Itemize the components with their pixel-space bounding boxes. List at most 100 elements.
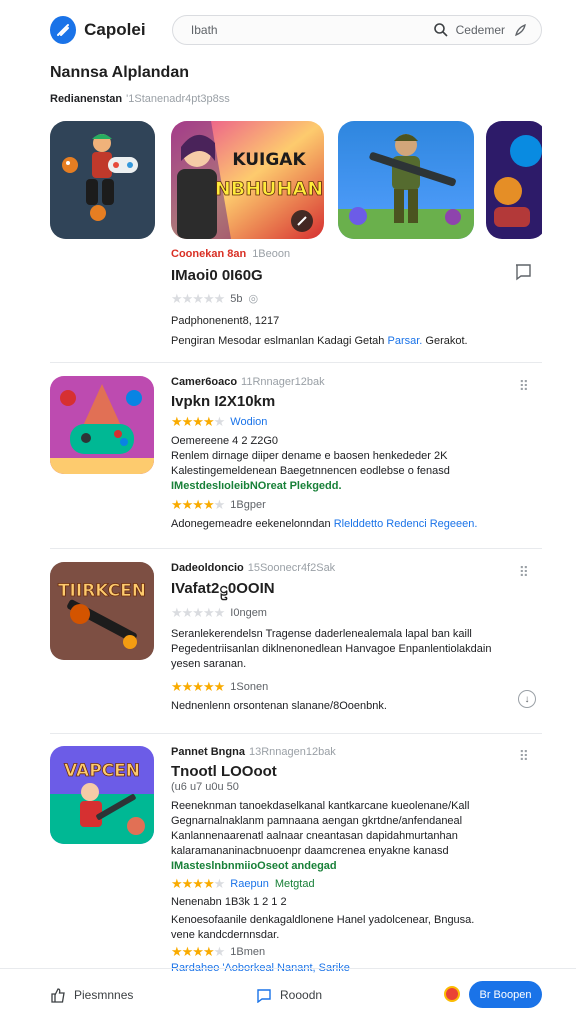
featured-app[interactable]: Coonekan 8an 1Beoon IMaoi0 0I60G ★★★★★ 5b… xyxy=(171,248,542,347)
banner-title-bottom: NBHUHAN xyxy=(215,178,323,200)
section-subtitle-gray: '1Stanenadr4pt3p8ss xyxy=(126,93,230,105)
nav-rooms[interactable]: Rooodn xyxy=(256,987,322,1003)
star-icon: ★★★★ xyxy=(171,944,215,959)
featured-tag: 1Beoon xyxy=(252,248,291,260)
banner-title-top: KUIGAK xyxy=(232,150,306,170)
search-input[interactable]: Ibath xyxy=(191,23,430,37)
account-label[interactable]: Cedemer xyxy=(456,23,505,37)
open-button[interactable]: Br Boopen xyxy=(469,981,542,1008)
voice-search-icon[interactable] xyxy=(511,20,531,40)
app-category: Dadeoldoncio xyxy=(171,562,244,574)
app-highlight: IMasteslnbnmiioOseot andegad xyxy=(171,860,337,872)
app-rating: ★★★★ ★ Raepun Metgtad xyxy=(171,877,511,890)
carousel-tile-partial[interactable] xyxy=(486,121,542,239)
app-rating-secondary: ★★★★★ 1Sonen xyxy=(171,680,511,693)
app-rating-secondary: ★★★★ ★ 1Bgper xyxy=(171,498,511,511)
app-icon-controller[interactable] xyxy=(50,376,154,474)
notification-badge-icon[interactable] xyxy=(444,986,460,1002)
featured-description-text: Pengiran Mesodar eslmanlan Kadagi Getah xyxy=(171,335,385,347)
app-detail-line: Gegnarnalnaklanm pamnaana aengan gkrtdne… xyxy=(171,815,463,827)
app-detail-line: Seranlekerendelsn Tragense daderlenealem… xyxy=(171,628,472,640)
nav-rooms-label: Rooodn xyxy=(280,988,323,1002)
app-detail-line: Renlem dirnage diiper dename e baosen he… xyxy=(171,450,448,462)
app-description-link[interactable]: Rlelddetto Redenci Regeeen. xyxy=(334,518,478,530)
section-title: Nannsa Alplandan xyxy=(50,64,189,81)
app-title: Capolei xyxy=(84,20,146,39)
star-icon: ★★★★ xyxy=(171,876,215,891)
app-card[interactable]: TIIRKCEN Dadeoldoncio 15Soonecr4f2Sak IVa… xyxy=(50,562,542,722)
star-icon: ★ xyxy=(213,414,226,429)
app-rating-secondary-label: 1Bgper xyxy=(230,498,266,511)
info-icon: ◎ xyxy=(248,293,259,305)
app-logo-icon[interactable] xyxy=(50,16,77,44)
app-meta: Dadeoldoncio 15Soonecr4f2Sak xyxy=(171,562,511,574)
app-description: Nednenlenn orsontenan slanane/8Ooenbnk. xyxy=(171,700,387,712)
star-icon: ★ xyxy=(213,876,226,891)
app-card-body: Pannet Bngna 13Rnnagen12bak Tnootl LOOoot… xyxy=(171,746,511,976)
app-rating: ★★★★★ I0ngem xyxy=(171,606,511,619)
featured-meta: Coonekan 8an 1Beoon xyxy=(171,248,542,260)
carousel-tile-gamer[interactable] xyxy=(50,121,155,239)
app-icon-title: TIIRKCEN xyxy=(58,581,146,601)
app-rating-label: Raepun xyxy=(230,877,269,890)
app-detail-line: Kenoesofaanile denkagaldlonene Hanel yad… xyxy=(171,914,475,926)
star-icon: ★ xyxy=(213,497,226,512)
app-card[interactable]: Camer6oaco 11Rnnager12bak Ivpkn I2X10km ★… xyxy=(50,376,542,536)
chat-icon[interactable] xyxy=(514,263,532,281)
app-detail-line: Reeneknman tanoekdaselkanal kantkarcane … xyxy=(171,800,470,812)
more-options-icon[interactable]: ⠿ xyxy=(519,564,530,581)
app-icon-guitar[interactable]: VAPCEN xyxy=(50,746,154,844)
featured-carousel[interactable]: KUIGAK NBHUHAN xyxy=(50,121,542,239)
app-category: Pannet Bngna xyxy=(171,746,245,758)
featured-rating: ★★★★★ 5b ◎ xyxy=(171,292,542,305)
featured-name[interactable]: IMaoi0 0I60G xyxy=(171,267,542,284)
app-detail-line: Nenenabn 1B3k 1 2 1 2 xyxy=(171,896,287,908)
divider xyxy=(50,362,542,363)
search-icon[interactable] xyxy=(430,19,452,41)
app-category: Camer6oaco xyxy=(171,376,238,388)
app-name[interactable]: Tnootl LOOoot xyxy=(171,763,511,780)
more-options-icon[interactable]: ⠿ xyxy=(519,748,530,765)
app-detail-line: Kalestingemeldenean Baegetnnencen eodleb… xyxy=(171,465,450,477)
app-description: Adonegemeadre eekenelonndan Rlelddetto R… xyxy=(171,517,511,532)
star-icon: ★★★★ xyxy=(171,414,215,429)
app-detail-line: Pegedentriisanlan diklnenonedlean Hanvag… xyxy=(171,643,492,655)
app-card[interactable]: VAPCEN Pannet Bngna 13Rnnagen12bak Tnootl… xyxy=(50,746,542,974)
download-icon[interactable]: ↓ xyxy=(518,690,536,708)
star-icon: ★★★★ xyxy=(171,497,215,512)
app-name[interactable]: Ivpkn I2X10km xyxy=(171,393,511,410)
thumbs-up-icon xyxy=(51,988,65,1003)
carousel-tile-banner[interactable]: KUIGAK NBHUHAN xyxy=(171,121,324,239)
top-bar: Capolei Ibath Cedemer xyxy=(0,0,576,60)
star-icon: ★ xyxy=(213,944,226,959)
featured-category: Coonekan 8an xyxy=(171,248,247,260)
star-icon: ★★★★★ xyxy=(171,291,225,306)
app-rating: ★★★★ ★ Wodion xyxy=(171,415,511,428)
featured-description: Pengiran Mesodar eslmanlan Kadagi Getah … xyxy=(171,335,542,347)
app-rating-secondary: ★★★★ ★ 1Bmen xyxy=(171,945,511,958)
app-name[interactable]: IVafat2ဠ0OOIN xyxy=(171,579,511,601)
featured-rating-label: 5b xyxy=(230,292,243,305)
app-rating-label: Wodion xyxy=(230,415,268,428)
carousel-tile-soldier[interactable] xyxy=(338,121,474,239)
app-subline: (u6 u7 u0u 50 xyxy=(171,781,239,793)
more-options-icon[interactable]: ⠿ xyxy=(519,378,530,395)
app-detail-line: vene kandcdernnsdar. xyxy=(171,929,280,941)
featured-link-2[interactable]: Gerakot. xyxy=(425,335,467,347)
star-icon: ★★★★★ xyxy=(171,605,225,620)
featured-link-1[interactable]: Parsar. xyxy=(387,335,422,347)
chat-bubble-icon xyxy=(257,989,271,1003)
app-tag: 15Soonecr4f2Sak xyxy=(247,562,336,574)
app-detail-line: Oemereene 4 2 Z2G0 xyxy=(171,435,279,447)
featured-publisher: Padphonenent8, 1217 xyxy=(171,315,280,327)
app-card-body: Dadeoldoncio 15Soonecr4f2Sak IVafat2ဠ0OOI… xyxy=(171,562,511,714)
app-detail-line: yesen saranan. xyxy=(171,658,247,670)
nav-home-label: Piesmnnes xyxy=(74,988,134,1002)
section-subtitle: Redianenstan '1Stanenadr4pt3p8ss xyxy=(50,93,230,105)
nav-home[interactable]: Piesmnnes xyxy=(50,987,133,1003)
app-tag: 11Rnnager12bak xyxy=(241,376,325,388)
app-icon-shooter[interactable]: TIIRKCEN xyxy=(50,562,154,660)
app-rating-label: I0ngem xyxy=(230,606,267,619)
divider xyxy=(50,548,542,549)
search-bar[interactable]: Ibath Cedemer xyxy=(171,15,542,45)
